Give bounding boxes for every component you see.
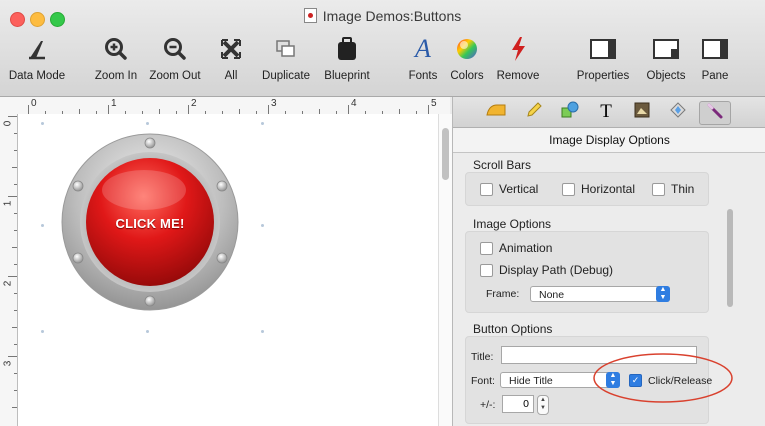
fonts-button[interactable]: A Fonts bbox=[407, 34, 439, 83]
remove-icon bbox=[491, 34, 545, 64]
display-path-checkbox-box[interactable] bbox=[480, 263, 493, 277]
pane-button[interactable]: Pane bbox=[695, 34, 735, 82]
image-tab-icon bbox=[634, 102, 650, 118]
blueprint-icon bbox=[319, 34, 375, 64]
layout-canvas[interactable]: CLICK ME! bbox=[18, 114, 438, 426]
horizontal-checkbox-box[interactable] bbox=[562, 182, 575, 196]
tab-wand[interactable] bbox=[699, 101, 731, 125]
shapes-icon bbox=[561, 101, 579, 118]
duplicate-icon bbox=[254, 34, 318, 64]
animation-checkbox[interactable]: Animation bbox=[480, 241, 552, 255]
button-options-heading: Button Options bbox=[473, 322, 553, 336]
grid-dot bbox=[146, 330, 149, 333]
grid-dot bbox=[261, 330, 264, 333]
wand-tab-icon bbox=[707, 103, 723, 119]
grid-dot bbox=[146, 122, 149, 125]
diamond-tab-icon bbox=[670, 102, 686, 118]
objects-icon bbox=[638, 34, 694, 64]
zoom-out-icon bbox=[145, 34, 205, 64]
tab-shapes[interactable] bbox=[555, 101, 585, 123]
vertical-checkbox-box[interactable] bbox=[480, 182, 493, 196]
inspector-tabs: T bbox=[453, 97, 765, 128]
zoom-out-button[interactable]: Zoom Out bbox=[145, 34, 205, 82]
window-title: Image Demos:Buttons bbox=[0, 8, 765, 24]
plusminus-field[interactable]: 0 bbox=[502, 395, 534, 413]
click-me-label: CLICK ME! bbox=[115, 216, 185, 231]
frame-label: Frame: bbox=[486, 288, 520, 300]
duplicate-button[interactable]: Duplicate bbox=[254, 34, 318, 82]
zoom-in-icon bbox=[88, 34, 144, 64]
pencil-icon bbox=[527, 102, 542, 117]
scroll-bars-heading: Scroll Bars bbox=[473, 158, 532, 172]
stepper-icon[interactable]: ▲ ▼ bbox=[537, 395, 549, 415]
tab-text[interactable]: T bbox=[591, 101, 621, 123]
plusminus-label: +/-: bbox=[480, 399, 496, 411]
canvas-scrollbar[interactable] bbox=[438, 114, 453, 426]
pane-icon bbox=[695, 34, 735, 64]
tab-pencil[interactable] bbox=[519, 101, 549, 123]
remove-button[interactable]: Remove bbox=[491, 34, 545, 82]
document-icon bbox=[303, 8, 317, 23]
data-mode-icon bbox=[4, 34, 70, 64]
blueprint-button[interactable]: Blueprint bbox=[319, 34, 375, 82]
grid-dot bbox=[261, 122, 264, 125]
thin-checkbox-box[interactable] bbox=[652, 182, 665, 196]
layout-tab-icon bbox=[486, 104, 506, 116]
objects-button[interactable]: Objects bbox=[638, 34, 694, 82]
horizontal-ruler: 0 1 2 3 4 5 bbox=[0, 97, 450, 115]
text-tab-icon: T bbox=[600, 101, 612, 122]
grid-dot bbox=[41, 224, 44, 227]
highlight-ellipse bbox=[593, 353, 733, 403]
vertical-checkbox[interactable]: Vertical bbox=[480, 182, 538, 196]
properties-button[interactable]: Properties bbox=[570, 34, 636, 82]
animation-checkbox-box[interactable] bbox=[480, 241, 493, 255]
horizontal-checkbox[interactable]: Horizontal bbox=[562, 182, 635, 196]
thin-checkbox[interactable]: Thin bbox=[652, 182, 694, 196]
titlebar-toolbar: Image Demos:Buttons Data Mode Zoom In Zo… bbox=[0, 0, 765, 97]
panel-scrollbar-thumb[interactable] bbox=[727, 209, 733, 307]
grid-dot bbox=[41, 122, 44, 125]
image-options-group: Animation Display Path (Debug) Frame: No… bbox=[465, 231, 709, 313]
display-path-checkbox[interactable]: Display Path (Debug) bbox=[480, 263, 613, 277]
properties-icon bbox=[570, 34, 636, 64]
popup-arrows-icon: ▲ ▼ bbox=[656, 286, 670, 302]
frame-popup[interactable]: None ▲ ▼ bbox=[530, 286, 670, 302]
title-label: Title: bbox=[471, 351, 494, 363]
colors-icon bbox=[445, 34, 489, 64]
tab-image[interactable] bbox=[627, 101, 657, 123]
zoom-all-button[interactable]: All bbox=[214, 34, 248, 82]
data-mode-button[interactable]: Data Mode bbox=[4, 34, 70, 82]
zoom-in-button[interactable]: Zoom In bbox=[88, 34, 144, 82]
scroll-bars-group: Vertical Horizontal Thin bbox=[465, 172, 709, 206]
fonts-icon: A bbox=[415, 34, 431, 63]
grid-dot bbox=[41, 330, 44, 333]
tab-layout[interactable] bbox=[481, 101, 511, 123]
grid-dot bbox=[261, 224, 264, 227]
colors-button[interactable]: Colors bbox=[445, 34, 489, 82]
image-options-heading: Image Options bbox=[473, 217, 552, 231]
font-label: Font: bbox=[471, 375, 495, 387]
tab-diamond[interactable] bbox=[663, 101, 693, 123]
panel-title: Image Display Options bbox=[453, 128, 765, 153]
vertical-ruler: 0 1 2 3 bbox=[0, 114, 18, 426]
zoom-all-icon bbox=[214, 34, 248, 64]
canvas-scrollbar-thumb[interactable] bbox=[442, 128, 449, 180]
app-window: Image Demos:Buttons Data Mode Zoom In Zo… bbox=[0, 0, 765, 426]
window-title-text: Image Demos:Buttons bbox=[322, 8, 462, 24]
